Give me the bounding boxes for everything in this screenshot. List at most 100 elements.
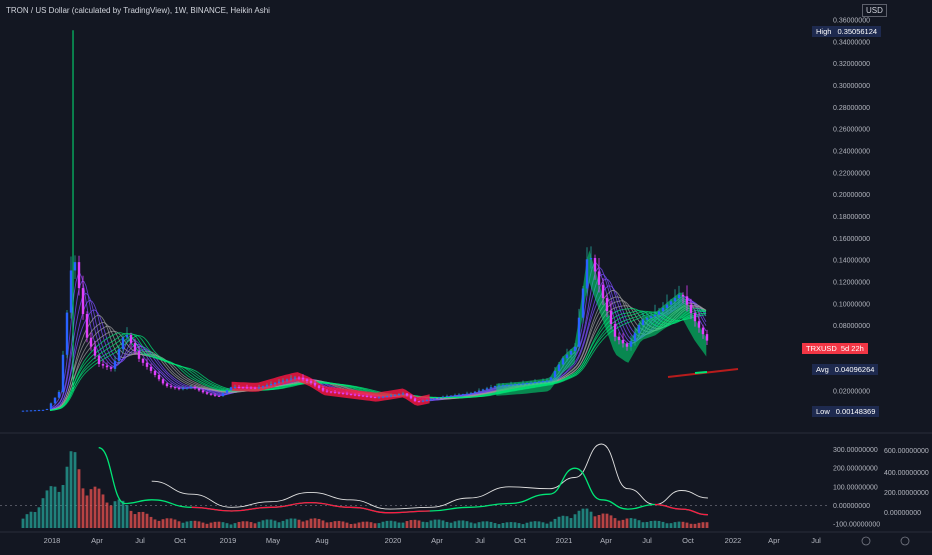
candle-body <box>585 259 589 289</box>
indicator-tick-label: 100.00000000 <box>833 484 878 491</box>
candle-body <box>369 396 373 398</box>
candle-body <box>445 396 449 398</box>
candle-body <box>413 398 417 402</box>
candle-body <box>165 383 169 387</box>
candle-body <box>33 410 37 412</box>
volume-bar <box>461 520 465 528</box>
chart-area[interactable]: 0.36000000 0.34000000 0.32000000 0.30000000… <box>0 0 932 550</box>
volume-bar <box>465 521 469 528</box>
candle-body <box>617 336 621 341</box>
price-tick-label: 0.18000000 <box>833 214 870 221</box>
chart-title: TRON / US Dollar (calculated by TradingV… <box>6 6 270 15</box>
low-marker-value: 0.00148369 <box>835 407 876 416</box>
volume-bar <box>297 519 301 528</box>
candle-body <box>337 392 341 394</box>
indicator-scale[interactable]: 300.00000000 200.00000000 100.00000000 0.00… <box>833 447 929 528</box>
candle-body <box>241 387 245 389</box>
volume-bar <box>205 523 209 528</box>
candle-body <box>565 354 569 359</box>
candle-body <box>389 395 393 397</box>
candle-body <box>573 346 577 352</box>
volume-bar <box>429 520 433 528</box>
candle-body <box>677 294 681 299</box>
candle-body <box>593 258 597 272</box>
currency-label[interactable]: USD <box>862 4 887 17</box>
volume-bar <box>129 510 133 528</box>
candle-body <box>569 351 573 355</box>
candle-body <box>41 409 45 411</box>
volume-bar <box>277 522 281 528</box>
timezone-icon[interactable] <box>861 536 871 546</box>
volume-bar <box>145 513 149 528</box>
volume-bar <box>617 520 621 528</box>
candle-body <box>441 396 445 398</box>
candle-body <box>681 294 685 297</box>
settings-icon[interactable] <box>900 536 910 546</box>
volume-bar <box>345 522 349 528</box>
volume-bar <box>493 523 497 528</box>
candle-body <box>57 391 61 398</box>
volume-bar <box>481 521 485 528</box>
candle-body <box>313 382 317 386</box>
candle-body <box>513 384 517 386</box>
candle-body <box>189 386 193 388</box>
candle-body <box>629 341 633 347</box>
indicator-right-tick-label: 400.00000000 <box>884 470 929 477</box>
candle-body <box>161 379 165 384</box>
volume-bar <box>653 520 657 528</box>
volume-bar <box>433 519 437 528</box>
volume-bar <box>321 520 325 528</box>
candle-body <box>53 397 57 404</box>
volume-bar <box>109 505 113 528</box>
volume-bar <box>649 520 653 528</box>
volume-bar <box>477 522 481 528</box>
volume-bar <box>509 522 513 528</box>
volume-bar <box>425 522 429 528</box>
candle-body <box>429 399 433 401</box>
volume-bar <box>149 516 153 528</box>
price-tick-label: 0.24000000 <box>833 149 870 156</box>
candle-body <box>269 383 273 386</box>
volume-bar <box>505 522 509 528</box>
candle-body <box>425 399 429 401</box>
volume-bar <box>569 518 573 528</box>
ma-ribbon-line <box>49 262 707 409</box>
candle-body <box>73 262 77 271</box>
price-scale[interactable]: 0.36000000 0.34000000 0.32000000 0.30000000… <box>833 18 870 396</box>
volume-bar <box>457 520 461 528</box>
volume-bar <box>89 489 93 528</box>
volume-bar <box>349 523 353 528</box>
candle-body <box>25 410 29 412</box>
candle-body <box>697 321 701 328</box>
price-tick-label: 0.12000000 <box>833 280 870 287</box>
candle-body <box>541 381 545 383</box>
time-axis-label: Apr <box>768 536 780 545</box>
volume-bar <box>593 516 597 528</box>
volume-bar <box>633 518 637 528</box>
time-axis[interactable]: 2018 Apr Jul Oct 2019 May Aug 2020 Apr Jul Oct 2021… <box>44 536 910 546</box>
candle-body <box>121 337 125 350</box>
candle-body <box>229 387 233 391</box>
volume-bar <box>689 523 693 528</box>
candle-body <box>357 395 361 397</box>
oscillator-white-line <box>151 443 708 510</box>
volume-bar <box>389 520 393 528</box>
time-axis-label: Apr <box>600 536 612 545</box>
volume-bar <box>357 522 361 528</box>
candle-body <box>341 393 345 395</box>
candle-body <box>301 377 305 380</box>
candle-body <box>489 387 493 389</box>
volume-bar <box>133 514 137 528</box>
candle-body <box>649 316 653 318</box>
volume-bar <box>557 516 561 528</box>
volume-bar <box>221 522 225 528</box>
chart-svg[interactable]: 0.36000000 0.34000000 0.32000000 0.30000000… <box>0 0 932 550</box>
price-tick-label: 0.20000000 <box>833 192 870 199</box>
volume-bar <box>289 518 293 528</box>
volume-bar <box>437 519 441 528</box>
candle-body <box>81 288 85 314</box>
volume-bar <box>605 513 609 528</box>
volume-bar <box>577 510 581 528</box>
volume-bar <box>325 522 329 528</box>
volume-bar <box>581 508 585 528</box>
